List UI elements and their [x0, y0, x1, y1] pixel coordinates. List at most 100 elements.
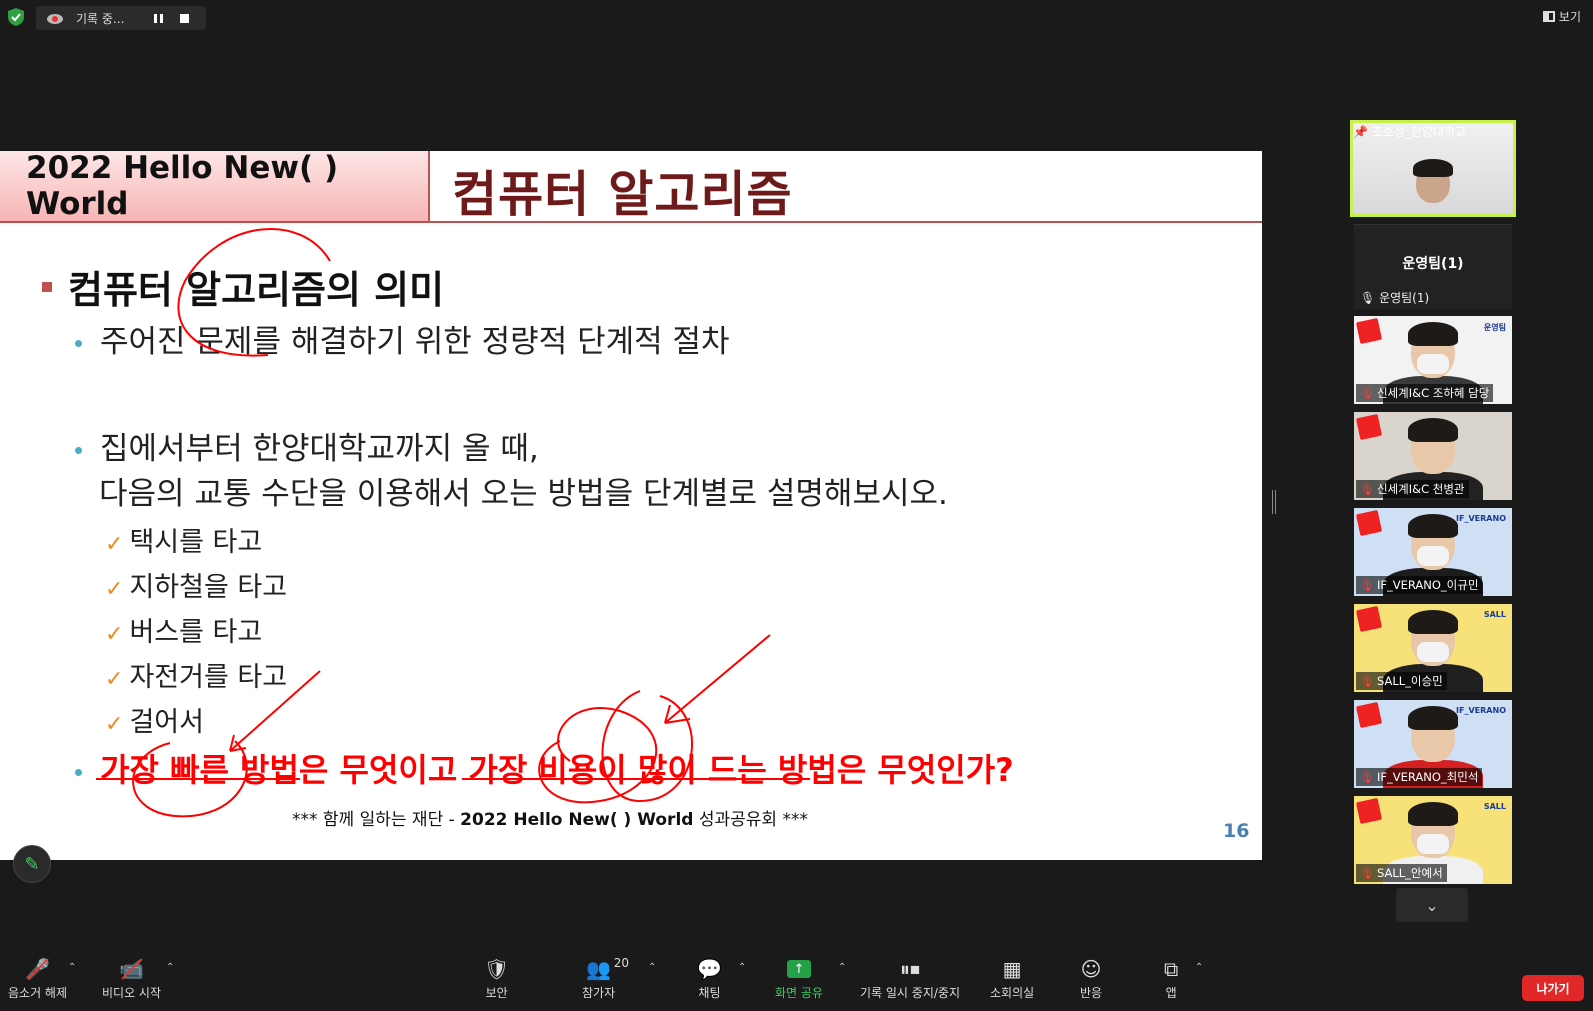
recording-status: 기록 중... — [76, 11, 125, 26]
annotate-pen-button[interactable]: ✎ — [13, 845, 51, 883]
reactions-label: 반응 — [1080, 986, 1103, 1000]
unmute-label: 음소거 해제 — [8, 986, 68, 1000]
participant-tile[interactable]: 🎙 신세계I&C 천병관 — [1354, 412, 1512, 500]
org-logo-icon — [1355, 317, 1383, 345]
view-layout-icon — [1542, 11, 1555, 22]
participants-label: 참가자 — [582, 986, 616, 1000]
video-camera-off-icon: 📹 — [119, 956, 144, 982]
breakout-grid-icon: ▦ — [1002, 957, 1022, 981]
apps-button[interactable]: ⧉ 앱 — [1164, 956, 1178, 1001]
participant-tile[interactable]: SALL 🎙 SALL_안예서 — [1354, 796, 1512, 884]
mic-muted-icon: 🎙 — [1360, 578, 1374, 592]
pause-recording-icon[interactable] — [154, 13, 168, 23]
participants-icon: 👥 20 — [586, 956, 630, 981]
audio-options-caret[interactable]: ⌃ — [68, 962, 76, 973]
org-logo-icon — [1355, 701, 1383, 729]
slide-title: 컴퓨터 알고리즘 — [452, 166, 793, 223]
slide-page-number: 16 — [1223, 820, 1250, 842]
org-logo-icon — [1355, 797, 1383, 825]
checkmark-icon: ✓ — [105, 622, 124, 647]
view-button[interactable]: 보기 — [1542, 8, 1581, 25]
video-options-caret[interactable]: ⌃ — [166, 962, 174, 973]
apps-label: 앱 — [1165, 986, 1177, 1000]
participant-tile-team[interactable]: 운영팀(1) 🎙 운영팀(1) — [1354, 224, 1512, 309]
chevron-down-icon: ⌄ — [1425, 895, 1439, 915]
chat-label: 채팅 — [698, 986, 721, 1000]
tile-tag: 운영팀 — [1483, 323, 1506, 332]
bullet-text: 주어진 문제를 해결하기 위한 정량적 단계적 절차 — [100, 324, 730, 360]
record-pause-label: 기록 일시 중지/중지 — [860, 986, 960, 1000]
apps-icon: ⧉ — [1164, 957, 1179, 981]
recording-indicator[interactable]: 기록 중... — [36, 6, 206, 30]
org-logo-icon — [1355, 509, 1383, 537]
org-logo-icon — [1355, 605, 1383, 633]
participant-tile[interactable]: IF_VERANO 🎙 IF_VERANO_이규민 — [1354, 508, 1512, 596]
footer-bold: 2022 Hello New( ) World — [460, 810, 694, 830]
breakout-rooms-button[interactable]: ▦ 소회의실 — [990, 956, 1034, 1001]
mic-muted-icon: 🎙 — [1360, 674, 1374, 688]
slide-footer: *** 함께 일하는 재단 - 2022 Hello New( ) World … — [0, 805, 1100, 830]
participant-name: 🎙 IF_VERANO_이규민 — [1356, 576, 1483, 594]
slide-heading: 컴퓨터 알고리즘의 의미 — [42, 259, 444, 314]
scroll-participants-down-button[interactable]: ⌄ — [1396, 888, 1468, 922]
share-screen-button[interactable]: ↑ 화면 공유 — [775, 956, 823, 1001]
participant-video — [1413, 159, 1453, 203]
team-tile-title: 운영팀(1) — [1402, 256, 1464, 272]
bullet-question-line2: 다음의 교통 수단을 이용해서 오는 방법을 단계별로 설명해보시오. — [99, 476, 948, 512]
slide-heading-text: 컴퓨터 알고리즘의 의미 — [68, 268, 445, 312]
tile-tag: SALL — [1483, 610, 1506, 619]
participant-tile[interactable]: 운영팀 🎙 신세계I&C 조하혜 담당 — [1354, 316, 1512, 404]
checkmark-icon: ✓ — [105, 532, 124, 557]
participant-name: 📌 조호성_한양대학교 — [1353, 125, 1467, 139]
check-item: ✓ 지하철을 타고 — [105, 565, 287, 604]
slide-header-badge: 2022 Hello New( ) World — [0, 151, 430, 222]
bullet-highlight-question: 가장 빠른 방법은 무엇이고 가장 비용이 많이 드는 방법은 무엇인가? — [75, 745, 1014, 791]
bullet-dot-icon — [75, 447, 82, 454]
participant-name: 🎙 운영팀(1) — [1360, 291, 1430, 305]
check-item: ✓ 자전거를 타고 — [105, 655, 287, 694]
panel-resize-handle[interactable] — [1272, 490, 1276, 514]
shared-screen-slide: 2022 Hello New( ) World 컴퓨터 알고리즘 컴퓨터 알고리… — [0, 151, 1262, 860]
participants-button[interactable]: 👥 20 참가자 — [582, 956, 630, 1001]
chat-button[interactable]: 💬 채팅 — [697, 956, 722, 1001]
footer-suffix: 성과공유회 *** — [698, 810, 808, 830]
leave-meeting-button[interactable]: 나가기 — [1522, 975, 1584, 1001]
mic-muted-icon: 🎙 — [1360, 482, 1374, 496]
mic-muted-icon: 🎙 — [1360, 386, 1374, 400]
chat-options-caret[interactable]: ⌃ — [738, 962, 746, 973]
check-item: ✓ 택시를 타고 — [105, 520, 262, 559]
breakout-label: 소회의실 — [990, 986, 1035, 1000]
share-options-caret[interactable]: ⌃ — [838, 962, 846, 973]
participant-name: 🎙 신세계I&C 천병관 — [1356, 480, 1469, 498]
cloud-record-icon — [47, 14, 63, 24]
org-logo-icon — [1355, 413, 1383, 441]
participant-tile[interactable]: IF_VERANO 🎙 IF_VERANO_최민석 — [1354, 700, 1512, 788]
participants-count: 20 — [613, 956, 630, 970]
mic-muted-icon: 🎙 — [1360, 291, 1376, 305]
apps-options-caret[interactable]: ⌃ — [1195, 962, 1203, 973]
check-item: ✓ 걸어서 — [105, 700, 204, 739]
check-item-text: 택시를 타고 — [129, 527, 263, 558]
share-screen-icon: ↑ — [786, 956, 811, 982]
view-label: 보기 — [1558, 10, 1581, 24]
participants-options-caret[interactable]: ⌃ — [648, 962, 656, 973]
pause-stop-icon: ⏸⏹ — [900, 957, 920, 981]
security-label: 보안 — [485, 986, 508, 1000]
unmute-button[interactable]: 🎤 음소거 해제 — [8, 956, 67, 1001]
stop-recording-icon[interactable] — [180, 13, 190, 23]
reactions-button[interactable]: ☺ 반응 — [1080, 956, 1102, 1001]
chat-bubble-icon: 💬 — [697, 957, 722, 981]
security-button[interactable]: 🛡 보안 — [484, 956, 509, 1001]
shield-icon: 🛡 — [484, 957, 510, 981]
bullet-question: 집에서부터 한양대학교까지 올 때, — [75, 423, 539, 468]
start-video-button[interactable]: 📹 비디오 시작 — [102, 956, 161, 1001]
participant-name: 🎙 신세계I&C 조하혜 담당 — [1356, 384, 1494, 402]
pinned-participant-tile[interactable]: 📌 조호성_한양대학교 — [1350, 120, 1516, 217]
participant-name: 🎙 IF_VERANO_최민석 — [1356, 768, 1483, 786]
check-item-text: 자전거를 타고 — [129, 662, 288, 693]
participant-tile[interactable]: SALL 🎙 SALL_이승민 — [1354, 604, 1512, 692]
pause-stop-recording-button[interactable]: ⏸⏹ 기록 일시 중지/중지 — [860, 956, 960, 1001]
bullet-definition: 주어진 문제를 해결하기 위한 정량적 단계적 절차 — [75, 316, 730, 361]
mic-muted-icon: 🎙 — [1360, 770, 1374, 784]
participant-name: 🎙 SALL_안예서 — [1356, 864, 1447, 882]
